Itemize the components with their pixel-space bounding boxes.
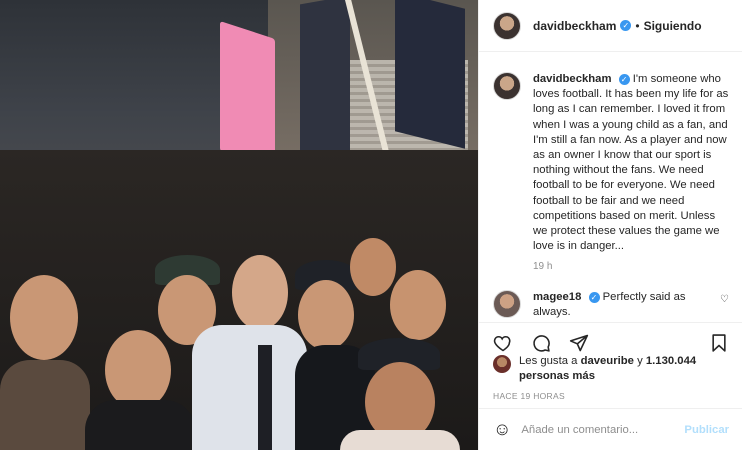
likes-summary: Les gusta a daveuribe y 1.130.044 person… <box>493 354 729 384</box>
fan-body <box>85 400 195 450</box>
share-button[interactable] <box>567 331 591 355</box>
comment-input[interactable] <box>521 423 682 436</box>
author-username[interactable]: davidbeckham <box>533 19 616 33</box>
fan-face <box>10 275 78 360</box>
heart-icon <box>493 335 511 351</box>
comment-icon <box>533 334 550 352</box>
beckham-shirt <box>192 325 307 450</box>
fan-body <box>0 360 90 450</box>
save-button[interactable] <box>707 331 731 355</box>
post-side-panel: davidbeckham ✓ • Siguiendo davidbeckham … <box>478 0 742 450</box>
like-button[interactable] <box>491 331 515 355</box>
publish-button[interactable]: Publicar <box>684 424 729 436</box>
add-comment-bar: ☺ Publicar <box>479 408 742 450</box>
fan-body <box>340 430 460 450</box>
beckham-face <box>232 255 288 330</box>
verified-badge-icon: ✓ <box>618 73 630 85</box>
post-header: davidbeckham ✓ • Siguiendo <box>479 0 742 52</box>
header-separator: • <box>635 18 640 33</box>
author-avatar[interactable] <box>493 72 521 100</box>
caption-time[interactable]: 19 h <box>533 261 729 272</box>
fan-face <box>105 330 171 410</box>
post-timestamp[interactable]: HACE 19 HORAS <box>493 391 565 401</box>
comment-body: magee18 ✓ Perfectly said as always. <box>533 290 711 320</box>
comment-username[interactable]: magee18 <box>533 291 581 303</box>
caption-username[interactable]: davidbeckham <box>533 73 611 85</box>
verified-badge-icon: ✓ <box>620 20 632 31</box>
likes-prefix: Les gusta a <box>519 355 578 367</box>
pink-flag <box>220 21 275 169</box>
comment-button[interactable] <box>529 331 553 355</box>
fan-face <box>298 280 354 350</box>
emoji-icon[interactable]: ☺ <box>493 419 511 440</box>
caption-text: I'm someone who loves football. It has b… <box>533 73 729 253</box>
likes-joiner: y <box>637 355 643 367</box>
instagram-post: davidbeckham ✓ • Siguiendo davidbeckham … <box>0 0 742 450</box>
author-avatar[interactable] <box>493 11 521 40</box>
paper-plane-icon <box>569 334 589 351</box>
dark-flag <box>395 0 465 149</box>
caption: davidbeckham ✓ I'm someone who loves foo… <box>493 72 729 254</box>
comment-item: magee18 ✓ Perfectly said as always. ♡ <box>493 290 729 320</box>
liker-avatar[interactable] <box>493 355 511 373</box>
comments-section[interactable]: davidbeckham ✓ I'm someone who loves foo… <box>479 62 742 320</box>
likes-text: Les gusta a daveuribe y 1.130.044 person… <box>519 354 729 384</box>
post-photo[interactable] <box>0 0 478 450</box>
comment-like-heart-icon[interactable]: ♡ <box>720 294 729 305</box>
verified-badge-icon: ✓ <box>588 291 600 303</box>
fan-face <box>350 238 396 296</box>
commenter-avatar[interactable] <box>493 290 521 319</box>
caption-body: davidbeckham ✓ I'm someone who loves foo… <box>533 72 729 254</box>
liker-username[interactable]: daveuribe <box>581 355 634 367</box>
beckham-tie <box>258 345 272 450</box>
follow-button[interactable]: Siguiendo <box>644 19 702 33</box>
fan-face <box>390 270 446 340</box>
bookmark-icon <box>712 333 726 352</box>
